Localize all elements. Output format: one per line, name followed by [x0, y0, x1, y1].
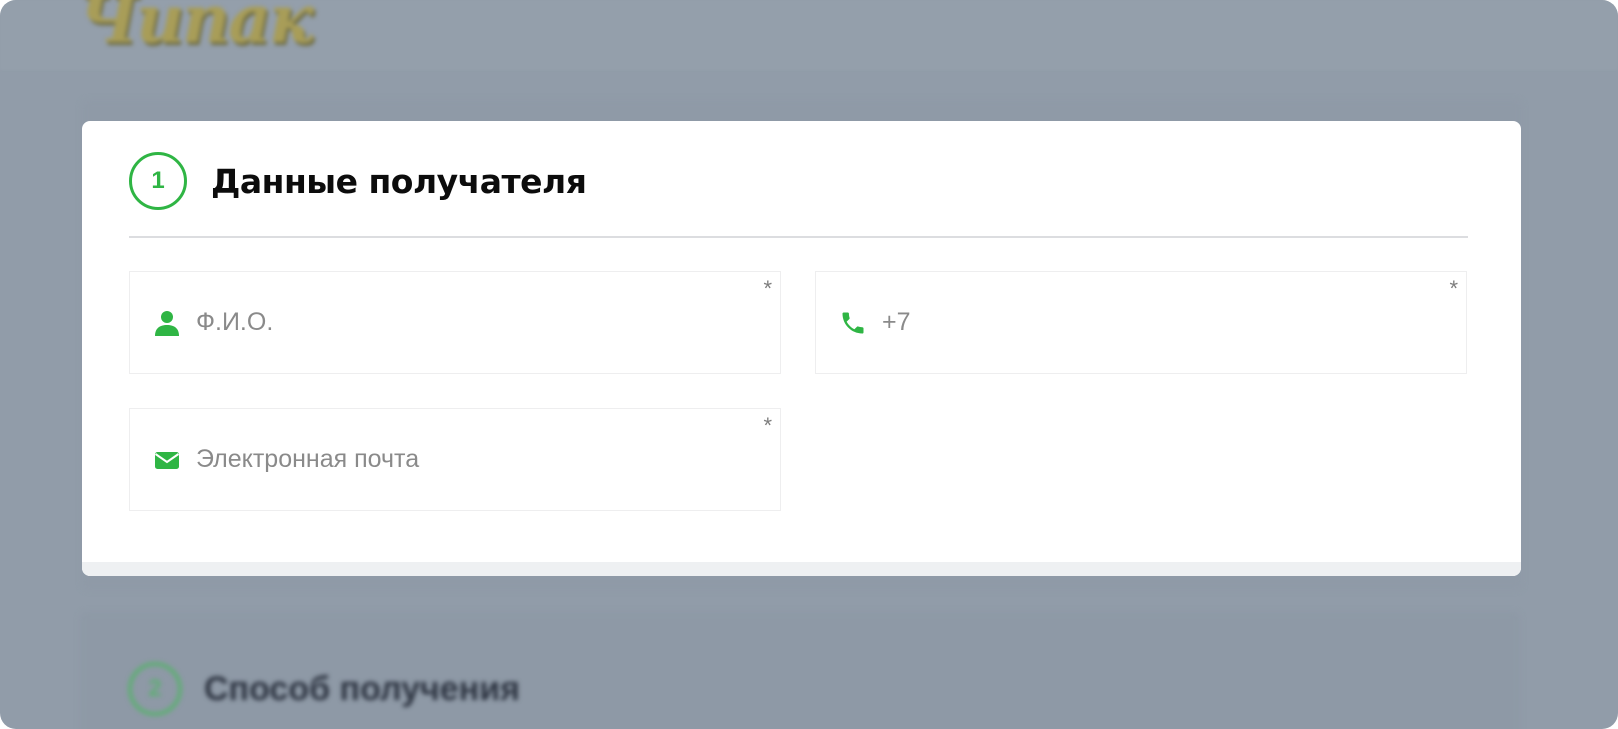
required-mark: *	[763, 276, 772, 301]
card-bottom-strip	[82, 562, 1521, 576]
step-title: Данные получателя	[211, 161, 587, 201]
divider	[129, 236, 1468, 238]
email-input[interactable]	[196, 437, 736, 481]
recipient-data-card: 1 Данные получателя * *	[82, 121, 1521, 576]
background-step2-number: 2	[128, 662, 182, 716]
phone-input[interactable]	[882, 300, 1422, 344]
screen: Чипак 2 Способ получения 1 Данные получа…	[0, 0, 1618, 729]
step-header: 1 Данные получателя	[129, 152, 587, 210]
required-mark: *	[1449, 276, 1458, 301]
required-mark: *	[763, 413, 772, 438]
name-input[interactable]	[196, 300, 736, 344]
phone-field[interactable]: *	[815, 271, 1467, 374]
envelope-icon	[152, 445, 182, 475]
user-icon	[152, 308, 182, 338]
name-field[interactable]: *	[129, 271, 781, 374]
step-number-badge: 1	[129, 152, 187, 210]
background-logo: Чипак	[78, 0, 314, 58]
background-step2-title: Способ получения	[204, 669, 520, 708]
phone-icon	[838, 308, 868, 338]
email-field[interactable]: *	[129, 408, 781, 511]
background-step2-header: 2 Способ получения	[128, 662, 520, 716]
